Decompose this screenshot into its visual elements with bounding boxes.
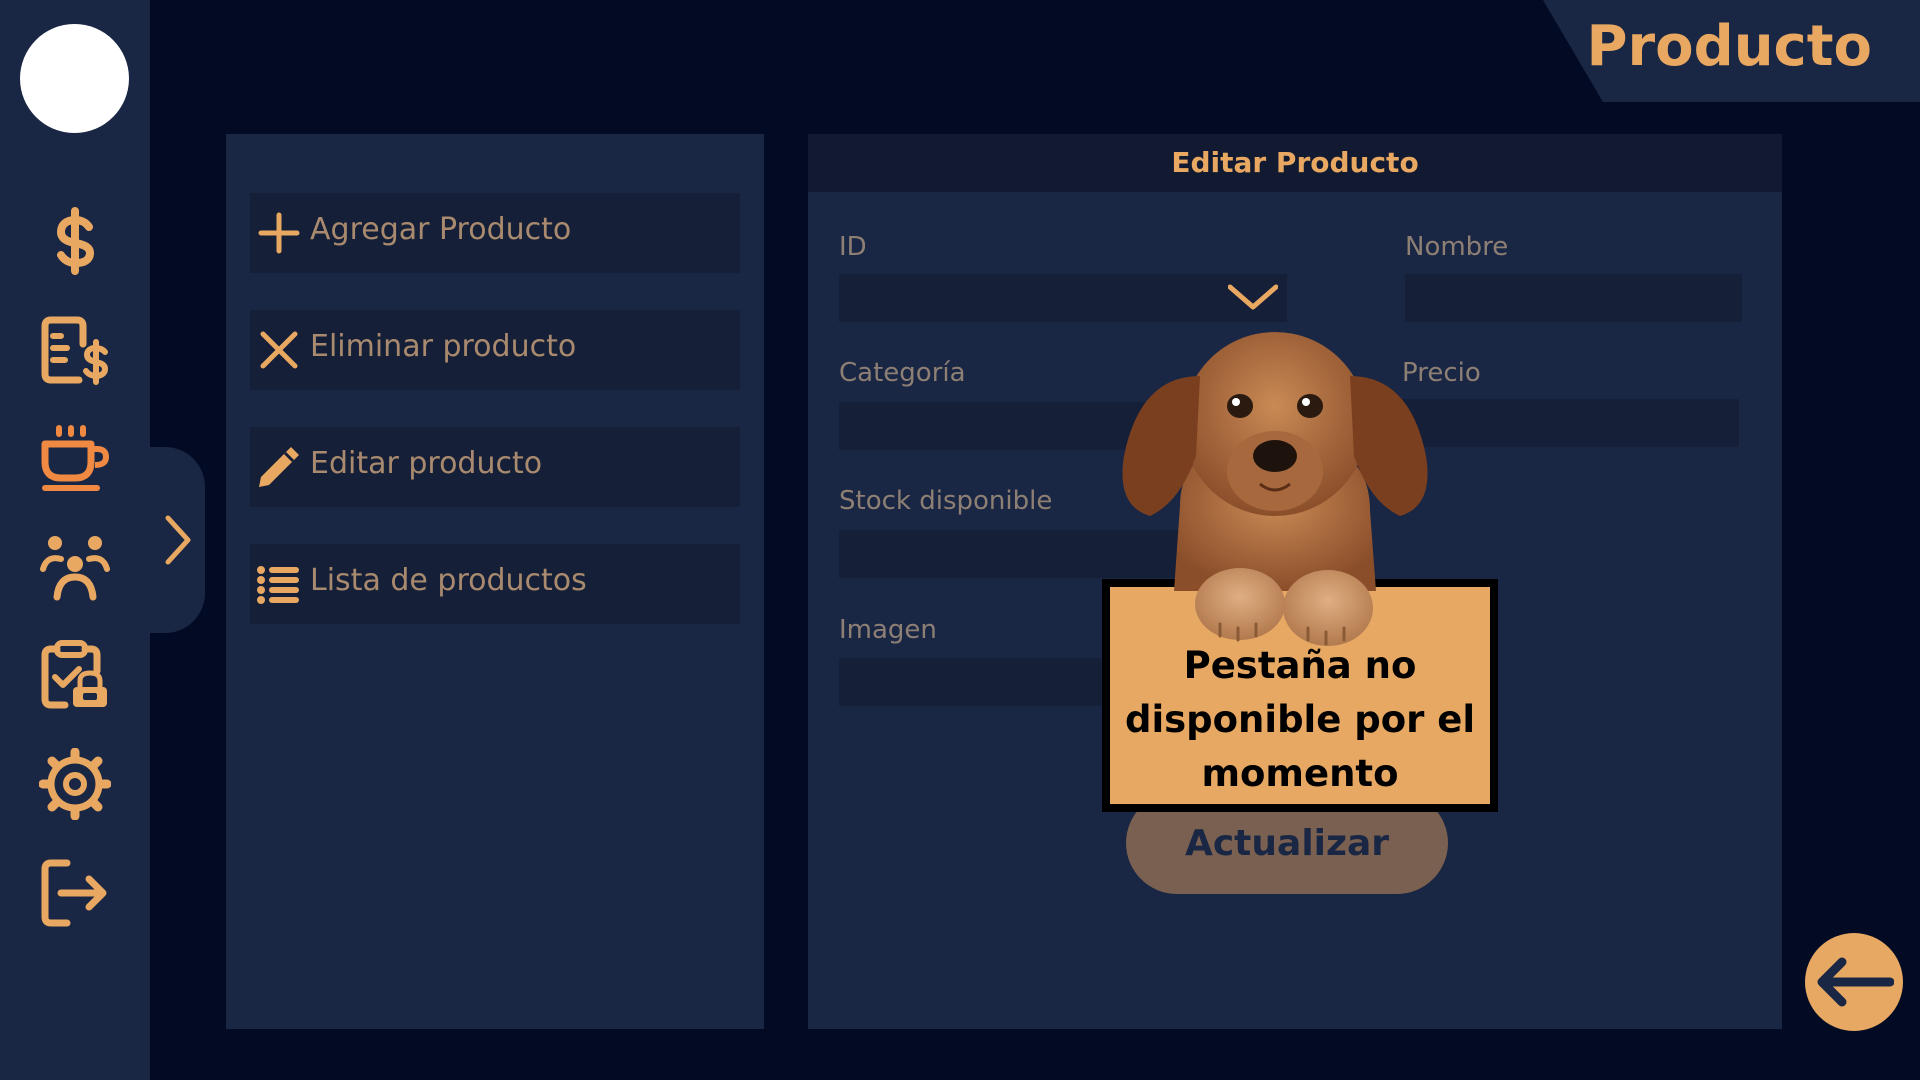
edit-product-label: Editar producto [310, 446, 543, 481]
sidebar [0, 0, 150, 1080]
avatar[interactable] [20, 24, 129, 133]
name-label: Nombre [1405, 232, 1509, 262]
plus-icon [258, 212, 300, 254]
product-list-label: Lista de productos [310, 563, 587, 598]
title-tab: Producto [1543, 0, 1920, 102]
delete-product-label: Eliminar producto [310, 329, 577, 364]
list-icon [257, 566, 299, 604]
expand-sidebar-tab[interactable] [150, 447, 205, 633]
back-button[interactable] [1805, 933, 1903, 1031]
clipboard-lock-icon[interactable] [39, 639, 111, 711]
price-field[interactable] [1402, 399, 1739, 447]
image-label: Imagen [839, 615, 937, 645]
unavailable-message: Pestaña no disponible por el momento [1124, 644, 1476, 795]
logout-icon[interactable] [39, 857, 111, 929]
gear-icon[interactable] [38, 747, 112, 821]
add-product-label: Agregar Producto [310, 212, 572, 247]
category-label: Categoría [839, 358, 966, 388]
edit-product-button[interactable]: Editar producto [250, 427, 740, 507]
chevron-right-icon [165, 515, 191, 565]
stock-label: Stock disponible [839, 486, 1053, 516]
arrow-left-icon [1817, 957, 1894, 1007]
invoice-icon[interactable] [39, 314, 111, 386]
puppy-illustration [1122, 332, 1428, 646]
product-list-button[interactable]: Lista de productos [250, 544, 740, 624]
name-field[interactable] [1405, 274, 1742, 322]
delete-product-button[interactable]: Eliminar producto [250, 310, 740, 390]
pencil-icon [259, 447, 299, 487]
add-product-button[interactable]: Agregar Producto [250, 193, 740, 273]
product-menu-panel: Agregar Producto Eliminar producto Edita… [226, 134, 764, 1029]
coffee-icon[interactable] [39, 422, 111, 494]
people-icon[interactable] [39, 531, 111, 603]
form-title: Editar Producto [1171, 146, 1419, 179]
close-icon [260, 331, 298, 369]
form-header: Editar Producto [808, 134, 1782, 192]
id-label: ID [839, 232, 867, 262]
dollar-icon[interactable] [39, 205, 111, 277]
page-title: Producto [1586, 14, 1872, 79]
